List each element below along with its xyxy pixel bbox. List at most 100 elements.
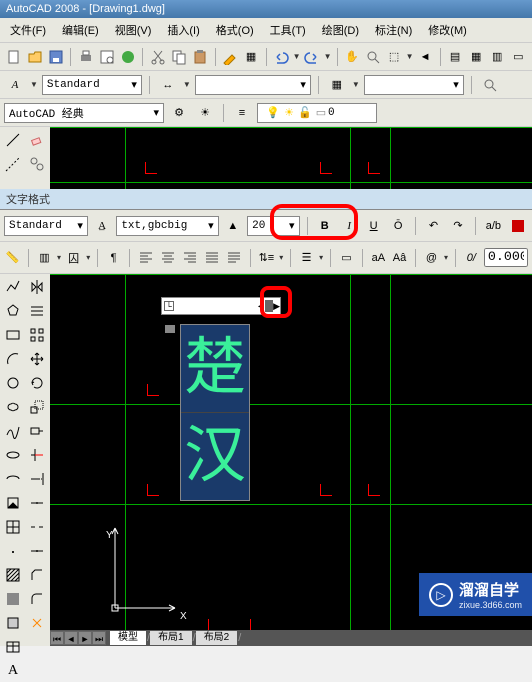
ruler-icon[interactable]: 📏 — [4, 247, 21, 269]
paste-icon[interactable] — [190, 46, 209, 68]
properties-icon[interactable]: ▤ — [446, 46, 465, 68]
chamfer-icon[interactable] — [26, 564, 48, 586]
copy-icon[interactable] — [169, 46, 188, 68]
rectangle-icon[interactable] — [2, 324, 24, 346]
undo-dropdown[interactable]: ▼ — [293, 52, 301, 61]
redo-text-icon[interactable]: ↷ — [448, 215, 468, 237]
circle-icon[interactable] — [2, 372, 24, 394]
revcloud-icon[interactable] — [2, 396, 24, 418]
mtext-ruler[interactable]: └ ◄▶ — [161, 297, 281, 315]
menu-edit[interactable]: 编辑(E) — [56, 20, 105, 40]
stack-icon[interactable]: a/b — [483, 215, 503, 237]
layer-combo[interactable]: 💡 ☀ 🔓 ▭ 0 — [257, 103, 377, 123]
text-size-combo[interactable]: 20▾ — [247, 216, 299, 236]
spline-icon[interactable] — [2, 420, 24, 442]
main-drawing-area[interactable]: └ ◄▶ ▲ ▼ 楚 汉 Y X — [50, 274, 532, 646]
line-icon[interactable] — [2, 129, 24, 151]
pan-icon[interactable]: ✋ — [342, 46, 361, 68]
explode-icon[interactable] — [26, 612, 48, 634]
tab-model[interactable]: 模型 — [110, 631, 146, 645]
zoom-previous-icon[interactable]: ◄ — [416, 46, 435, 68]
print-icon[interactable] — [76, 46, 95, 68]
align-left-icon[interactable] — [137, 247, 155, 269]
numbering-icon[interactable]: ☰ — [298, 247, 315, 269]
line-spacing-icon[interactable]: ⇅≡ — [258, 247, 276, 269]
insert-block-icon[interactable] — [2, 492, 24, 514]
layer-manager-icon[interactable]: ≡ — [231, 102, 253, 124]
align-justify-icon[interactable] — [203, 247, 221, 269]
lowercase-icon[interactable]: Aâ — [391, 247, 408, 269]
italic-icon[interactable]: I — [339, 215, 359, 237]
font-icon[interactable]: A̲ — [92, 215, 112, 237]
menu-dimension[interactable]: 标注(N) — [369, 20, 418, 40]
cut-icon[interactable] — [148, 46, 167, 68]
break-at-point-icon[interactable] — [26, 492, 48, 514]
font-combo[interactable]: txt,gbcbig▾ — [116, 216, 218, 236]
symbol-icon[interactable]: @ — [423, 247, 440, 269]
stretch-icon[interactable] — [26, 420, 48, 442]
my-workspace-icon[interactable]: ☀ — [194, 102, 216, 124]
zoom-realtime-icon[interactable] — [363, 46, 382, 68]
make-block-icon[interactable] — [2, 516, 24, 538]
save-icon[interactable] — [46, 46, 65, 68]
dim-style-combo[interactable]: ▾ — [195, 75, 311, 95]
table-style-combo[interactable]: ▾ — [364, 75, 464, 95]
rotate-icon[interactable] — [26, 372, 48, 394]
align-distribute-icon[interactable] — [225, 247, 243, 269]
menu-format[interactable]: 格式(O) — [210, 20, 260, 40]
offset-icon[interactable] — [26, 300, 48, 322]
zoom-window-icon[interactable]: ⬚ — [385, 46, 404, 68]
point-icon[interactable]: · — [2, 540, 24, 562]
gradient-icon[interactable] — [2, 588, 24, 610]
annotative-icon[interactable]: ▲ — [223, 215, 243, 237]
tab-last-icon[interactable]: ⏭ — [92, 631, 106, 645]
workspace-settings-icon[interactable]: ⚙ — [168, 102, 190, 124]
uppercase-icon[interactable]: aA — [370, 247, 387, 269]
tab-layout2[interactable]: 布局2 — [196, 631, 238, 645]
publish-icon[interactable] — [118, 46, 137, 68]
bold-icon[interactable]: B — [314, 215, 334, 237]
color-swatch-icon[interactable] — [508, 215, 528, 237]
tab-first-icon[interactable]: ⏮ — [50, 631, 64, 645]
column-handle[interactable]: ▲ ▼ — [165, 319, 175, 339]
plot-preview-icon[interactable] — [97, 46, 116, 68]
columns-icon[interactable]: ▥ — [36, 247, 53, 269]
new-icon[interactable] — [4, 46, 23, 68]
dim-style-icon[interactable]: ↔ — [157, 74, 179, 96]
text-style-icon[interactable]: A — [4, 74, 26, 96]
insert-field-icon[interactable]: ▭ — [338, 247, 355, 269]
erase-icon[interactable] — [26, 129, 48, 151]
overline-icon[interactable]: Ō — [388, 215, 408, 237]
ellipse-icon[interactable] — [2, 444, 24, 466]
copy-obj-icon[interactable] — [26, 153, 48, 175]
underline-icon[interactable]: U — [363, 215, 383, 237]
align-center-icon[interactable] — [159, 247, 177, 269]
menu-tools[interactable]: 工具(T) — [264, 20, 312, 40]
undo-text-icon[interactable]: ↶ — [423, 215, 443, 237]
menu-draw[interactable]: 绘图(D) — [316, 20, 365, 40]
table-style-icon[interactable]: ▦ — [326, 74, 348, 96]
ellipse-arc-icon[interactable] — [2, 468, 24, 490]
hatch-icon[interactable] — [2, 564, 24, 586]
text-style-combo-2[interactable]: Standard▾ — [4, 216, 88, 236]
menu-insert[interactable]: 插入(I) — [161, 20, 205, 40]
menu-modify[interactable]: 修改(M) — [422, 20, 473, 40]
polygon-icon[interactable] — [2, 300, 24, 322]
align-right-icon[interactable] — [181, 247, 199, 269]
width-factor-input[interactable] — [484, 248, 528, 267]
scale-icon[interactable] — [26, 396, 48, 418]
trim-icon[interactable] — [26, 444, 48, 466]
polyline-icon[interactable] — [2, 276, 24, 298]
break-icon[interactable] — [26, 516, 48, 538]
undo-icon[interactable] — [271, 46, 290, 68]
redo-dropdown[interactable]: ▼ — [324, 52, 332, 61]
tab-layout1[interactable]: 布局1 — [150, 631, 192, 645]
construction-line-icon[interactable] — [2, 153, 24, 175]
mtext-icon[interactable]: A — [2, 660, 24, 682]
match-prop-icon[interactable] — [220, 46, 239, 68]
move-icon[interactable] — [26, 348, 48, 370]
drawing-grid-upper[interactable] — [50, 127, 532, 189]
extend-icon[interactable] — [26, 468, 48, 490]
join-icon[interactable] — [26, 540, 48, 562]
tab-next-icon[interactable]: ► — [78, 631, 92, 645]
